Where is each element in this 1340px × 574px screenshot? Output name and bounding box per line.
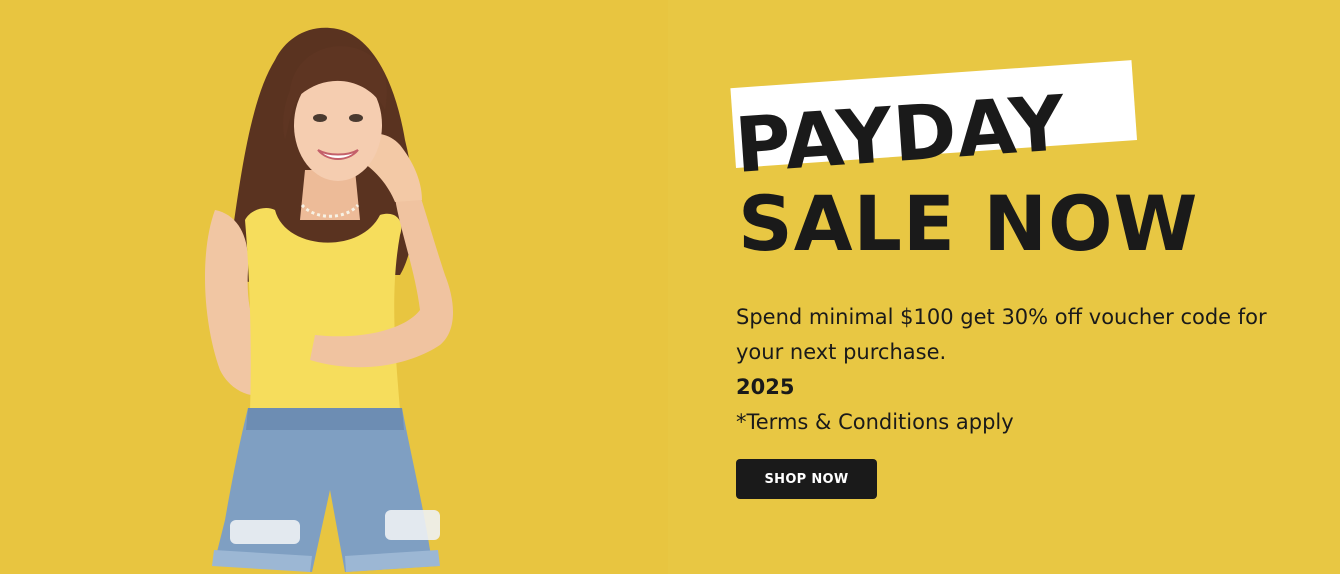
promo-year: 2025 bbox=[736, 375, 795, 399]
promo-description-block: Spend minimal $100 get 30% off voucher c… bbox=[736, 300, 1316, 440]
promo-content: PAYDAY SALE NOW Spend minimal $100 get 3… bbox=[730, 60, 1316, 499]
headline: PAYDAY SALE NOW bbox=[730, 60, 1197, 268]
headline-line-2: SALE NOW bbox=[738, 179, 1199, 268]
headline-line-1: PAYDAY bbox=[732, 78, 1069, 190]
model-photo bbox=[204, 27, 454, 572]
promo-description: Spend minimal $100 get 30% off voucher c… bbox=[736, 305, 1267, 364]
shop-now-button[interactable]: SHOP NOW bbox=[736, 459, 877, 499]
terms-text: *Terms & Conditions apply bbox=[736, 410, 1014, 434]
model-image-panel bbox=[0, 0, 668, 574]
promo-banner: PAYDAY SALE NOW Spend minimal $100 get 3… bbox=[0, 0, 1340, 574]
